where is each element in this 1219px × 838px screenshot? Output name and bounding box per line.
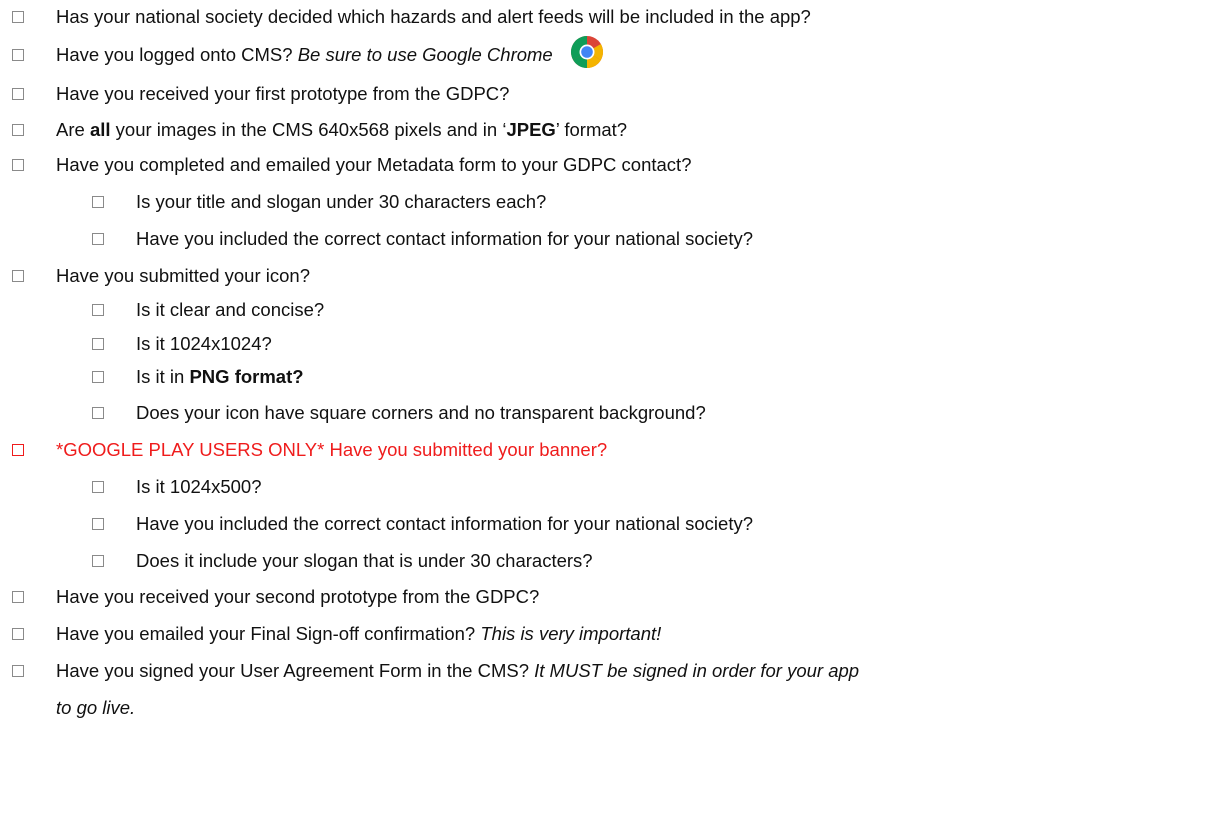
item-label-part: your images in the CMS 640x568 pixels an… [110, 119, 507, 140]
item-label-part: Are [56, 119, 90, 140]
chrome-logo-icon [570, 36, 603, 69]
item-label-bold: JPEG [506, 119, 556, 140]
checkbox[interactable] [12, 628, 24, 640]
checkbox[interactable] [12, 159, 24, 171]
item-label: Have you emailed your Final Sign-off con… [56, 622, 661, 646]
item-label: Have you submitted your icon? [56, 265, 310, 286]
item-label: Has your national society decided which … [56, 6, 811, 27]
checkbox[interactable] [92, 233, 104, 245]
checkbox[interactable] [92, 555, 104, 567]
checkbox[interactable] [12, 270, 24, 282]
checkbox[interactable] [92, 518, 104, 530]
item-label: Are all your images in the CMS 640x568 p… [56, 118, 627, 142]
item-label: Have you received your first prototype f… [56, 83, 510, 104]
checkbox[interactable] [92, 338, 104, 350]
item-label: Is it 1024x1024? [136, 333, 272, 354]
checkbox[interactable] [12, 11, 24, 23]
item-label-main: Have you emailed your Final Sign-off con… [56, 623, 476, 644]
item-label: Have you included the correct contact in… [136, 228, 753, 249]
checkbox[interactable] [92, 304, 104, 316]
checkbox[interactable] [12, 591, 24, 603]
item-label-bold: PNG format? [189, 366, 304, 387]
checkbox[interactable] [92, 407, 104, 419]
checkbox[interactable] [92, 481, 104, 493]
item-label-bold: all [89, 119, 111, 140]
item-label: Is it 1024x500? [136, 476, 262, 497]
item-label-main: Have you signed your User Agreement Form… [56, 660, 529, 681]
checkbox[interactable] [92, 371, 104, 383]
item-label: Have you logged onto CMS? Be sure to use… [56, 36, 604, 69]
item-label-note: It MUST be signed in order for your app [534, 660, 860, 681]
item-label: Does your icon have square corners and n… [136, 402, 706, 423]
checkbox[interactable] [92, 196, 104, 208]
checkbox[interactable] [12, 444, 24, 456]
item-label: Have you signed your User Agreement Form… [56, 659, 859, 683]
checkbox[interactable] [12, 665, 24, 677]
item-label-part: Is it in [136, 366, 190, 387]
item-label: Is it clear and concise? [136, 299, 325, 320]
item-label: *GOOGLE PLAY USERS ONLY* Have you submit… [56, 439, 608, 460]
item-label: Is it in PNG format? [136, 365, 304, 389]
checkbox[interactable] [12, 88, 24, 100]
item-label: Have you received your second prototype … [56, 586, 540, 607]
checkbox[interactable] [12, 124, 24, 136]
item-label-note: This is very important! [480, 623, 662, 644]
item-label: Have you included the correct contact in… [136, 513, 753, 534]
item-label: Does it include your slogan that is unde… [136, 550, 593, 571]
item-label-part: ’ format? [555, 119, 628, 140]
item-label-note: Be sure to use Google Chrome [297, 44, 553, 65]
checkbox[interactable] [12, 49, 24, 61]
checklist-item-agreement-continued: to go live. [56, 697, 136, 718]
item-label: Is your title and slogan under 30 charac… [136, 191, 547, 212]
item-label: Have you completed and emailed your Meta… [56, 154, 692, 175]
item-label-main: Have you logged onto CMS? [56, 44, 293, 65]
